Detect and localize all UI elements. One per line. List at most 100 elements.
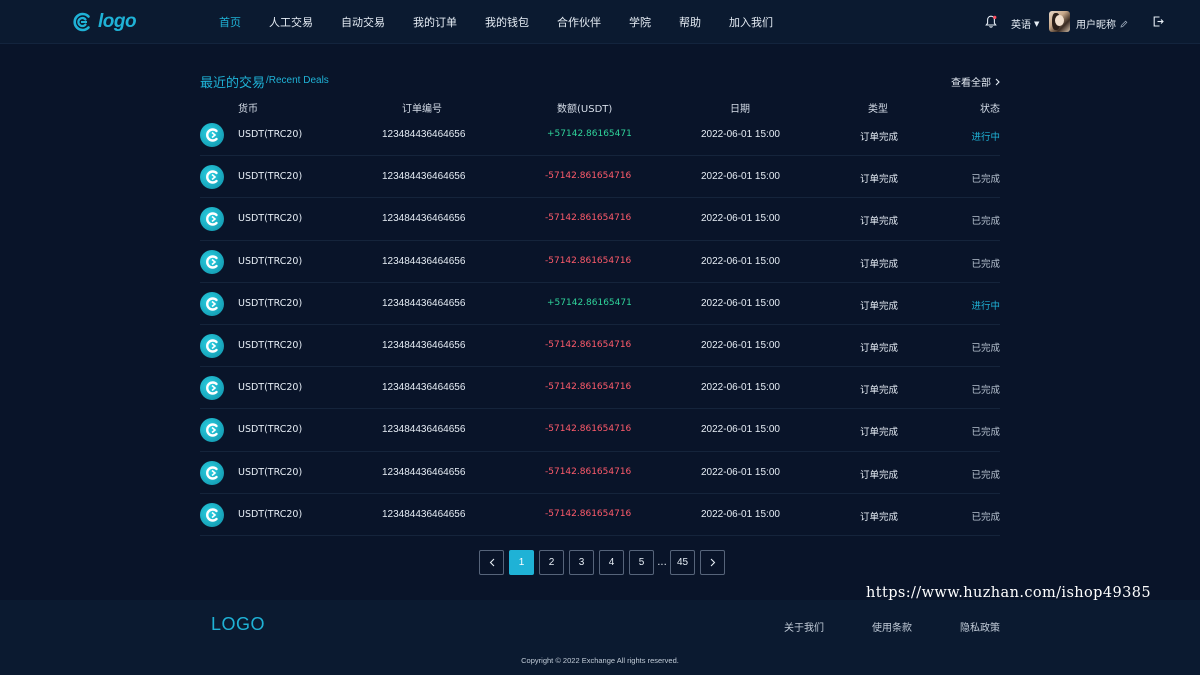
page-button-4[interactable]: 4 [599,550,624,575]
nav-item-manual-trade[interactable]: 人工交易 [255,14,327,30]
table-row[interactable]: USDT(TRC20) 123484436464656 +57142.8616547… [200,283,1000,325]
status-badge: 已完成 [971,469,1000,481]
section-title: 最近的交易 [200,76,266,91]
column-header-date: 日期 [730,104,750,115]
language-label: 英语 [1011,20,1031,31]
order-id: 123484436464656 [382,382,466,394]
page-button-2[interactable]: 2 [539,550,564,575]
date-value: 2022-06-01 15:00 [701,255,780,267]
coin-name: USDT(TRC20) [238,424,303,436]
usdt-coin-icon [200,123,224,147]
type-value: 订单完成 [860,385,899,397]
view-all-label: 查看全部 [951,78,991,89]
usdt-coin-icon [200,207,224,232]
amount-value: -57142.861654716 [545,424,632,435]
usdt-coin-icon [200,502,224,527]
logo[interactable]: logo [72,11,137,33]
prev-page-button[interactable] [479,550,504,575]
page-button-5[interactable]: 5 [629,550,654,575]
coin-name: USDT(TRC20) [238,508,303,520]
type-value: 订单完成 [860,511,899,523]
watermark: https://www.huzhan.com/ishop49385 [866,585,1151,601]
status-badge: 进行中 [971,132,1000,143]
coin-name: USDT(TRC20) [238,129,303,140]
edit-icon[interactable] [1120,20,1128,28]
table-row[interactable]: USDT(TRC20) 123484436464656 +57142.8616547… [200,114,1000,157]
coin-name: USDT(TRC20) [238,255,303,267]
footer-link-about[interactable]: 关于我们 [784,619,824,634]
column-header-coin: 货币 [238,104,258,115]
page-button-3[interactable]: 3 [569,550,594,575]
logo-text: logo [98,11,137,32]
bell-icon[interactable] [985,15,997,28]
nav-item-my-orders[interactable]: 我的订单 [399,14,471,30]
nav-item-auto-trade[interactable]: 自动交易 [327,14,399,30]
page-button-1[interactable]: 1 [509,550,534,575]
table-row[interactable]: USDT(TRC20) 123484436464656 -57142.8616547… [200,241,1000,283]
nav-item-home[interactable]: 首页 [205,14,255,30]
amount-value: -57142.861654716 [545,255,632,266]
amount-value: -57142.861654716 [545,213,632,224]
footer-logo[interactable]: LOGO [211,614,265,635]
nav-item-partners[interactable]: 合作伙伴 [543,14,615,30]
nav-item-join-us[interactable]: 加入我们 [715,14,787,30]
footer: LOGO 关于我们 使用条款 隐私政策 Copyright © 2022 Exc… [0,600,1200,675]
usdt-coin-icon [200,165,224,190]
amount-value: -57142.861654716 [545,339,632,350]
order-id: 123484436464656 [382,424,466,436]
table-row[interactable]: USDT(TRC20) 123484436464656 -57142.8616547… [200,367,1000,410]
usdt-coin-icon [200,376,224,401]
nav-item-academy[interactable]: 学院 [615,14,665,30]
header-user-area: 英语 ▼ 用户昵称 [960,0,1200,44]
footer-link-privacy[interactable]: 隐私政策 [960,619,1000,634]
pagination: 1 2 3 4 5 ... 45 [479,550,725,575]
type-value: 订单完成 [860,132,899,143]
nav-item-my-wallet[interactable]: 我的钱包 [471,14,543,30]
footer-link-terms[interactable]: 使用条款 [872,619,912,634]
view-all-link[interactable]: 查看全部 [951,74,1000,89]
chevron-right-icon [995,78,1000,85]
usdt-coin-icon [200,460,224,485]
order-id: 123484436464656 [382,171,466,183]
table-row[interactable]: USDT(TRC20) 123484436464656 -57142.8616547… [200,494,1000,536]
amount-value: -57142.861654716 [545,171,632,182]
table-row[interactable]: USDT(TRC20) 123484436464656 -57142.8616547… [200,325,1000,368]
status-badge: 已完成 [971,427,1000,439]
table-row[interactable]: USDT(TRC20) 123484436464656 -57142.8616547… [200,198,1000,241]
coin-name: USDT(TRC20) [238,382,303,394]
footer-links: 关于我们 使用条款 隐私政策 [784,619,1000,634]
column-header-order-id: 订单编号 [402,104,442,115]
page-button-last[interactable]: 45 [670,550,695,575]
date-value: 2022-06-01 15:00 [701,129,780,140]
date-value: 2022-06-01 15:00 [701,297,780,309]
coin-name: USDT(TRC20) [238,171,303,183]
top-header: logo 首页 人工交易 自动交易 我的订单 我的钱包 合作伙伴 学院 帮助 加… [0,0,1200,44]
nav-item-help[interactable]: 帮助 [665,14,715,30]
usdt-coin-icon [200,249,224,274]
column-header-type: 类型 [868,104,888,115]
table-row[interactable]: USDT(TRC20) 123484436464656 -57142.8616547… [200,452,1000,494]
status-badge: 已完成 [971,511,1000,523]
column-header-amount: 数额(USDT) [557,104,613,115]
coin-name: USDT(TRC20) [238,339,303,351]
status-badge: 已完成 [971,174,1000,186]
status-badge: 进行中 [971,300,1000,312]
date-value: 2022-06-01 15:00 [701,339,780,351]
table-row[interactable]: USDT(TRC20) 123484436464656 -57142.8616547… [200,409,1000,452]
avatar[interactable] [1049,11,1070,32]
date-value: 2022-06-01 15:00 [701,213,780,225]
recent-deals-header: 最近的交易 /Recent Deals 查看全部 [200,72,1000,91]
date-value: 2022-06-01 15:00 [701,466,780,478]
status-badge: 已完成 [971,385,1000,397]
date-value: 2022-06-01 15:00 [701,171,780,183]
table-row[interactable]: USDT(TRC20) 123484436464656 -57142.8616547… [200,156,1000,199]
language-selector[interactable]: 英语 ▼ [1011,16,1039,32]
username[interactable]: 用户昵称 [1076,16,1128,31]
amount-value: +57142.86165471 [547,297,632,308]
date-value: 2022-06-01 15:00 [701,508,780,520]
next-page-button[interactable] [700,550,725,575]
chevron-right-icon [710,558,715,567]
logout-icon[interactable] [1153,16,1164,27]
table-header: 货币 订单编号 数额(USDT) 日期 类型 状态 [200,100,1000,115]
type-value: 订单完成 [860,427,899,439]
